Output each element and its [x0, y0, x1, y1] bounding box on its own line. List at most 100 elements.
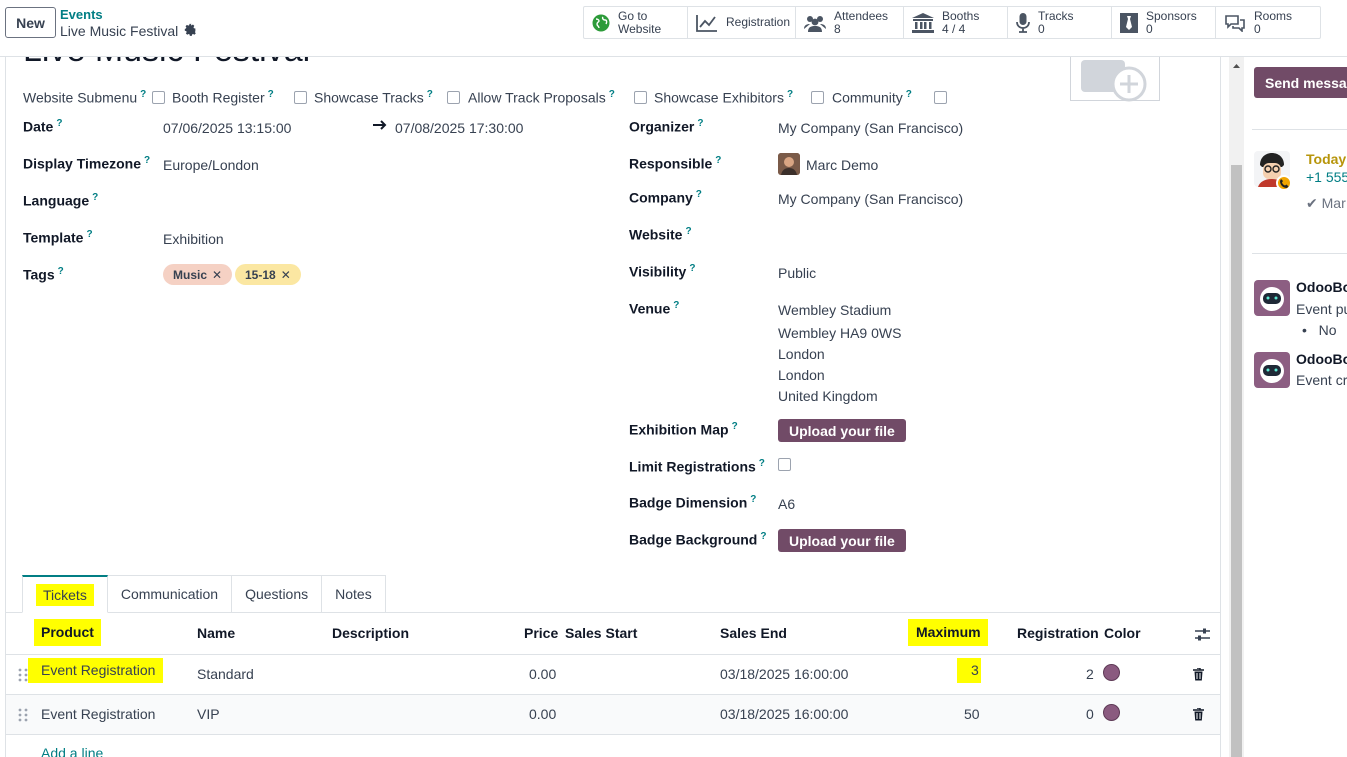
trash-icon[interactable] — [1193, 707, 1204, 724]
tab-notes[interactable]: Notes — [322, 575, 386, 613]
column-color[interactable]: Color — [1104, 625, 1141, 641]
check-icon: ✔ — [1306, 195, 1318, 211]
responsible-field[interactable]: Marc Demo — [806, 157, 878, 173]
chatter-divider — [1252, 129, 1347, 130]
booths-button[interactable]: Booths 4 / 4 — [904, 7, 1008, 38]
showcase-exhibitors-label: Showcase Exhibitors? — [654, 89, 794, 106]
date-end-field[interactable]: 07/08/2025 17:30:00 — [395, 120, 523, 136]
organizer-field[interactable]: My Company (San Francisco) — [778, 120, 963, 136]
scroll-up-icon[interactable] — [1231, 61, 1242, 71]
community-checkbox[interactable] — [934, 91, 947, 104]
company-field[interactable]: My Company (San Francisco) — [778, 191, 963, 207]
company-label: Company? — [629, 189, 702, 206]
cell-price[interactable]: 0.00 — [529, 706, 556, 722]
showcase-exhibitors-checkbox[interactable] — [811, 91, 824, 104]
tag-15-18[interactable]: 15-18 ✕ — [235, 264, 301, 285]
breadcrumb-current: Live Music Festival — [60, 23, 197, 39]
drag-handle-icon[interactable] — [18, 708, 28, 722]
cell-name[interactable]: Standard — [197, 666, 254, 682]
visibility-field[interactable]: Public — [778, 265, 816, 281]
organizer-label: Organizer? — [629, 118, 704, 135]
optional-columns-icon[interactable] — [1195, 628, 1210, 644]
message-author[interactable]: OdooBot — [1296, 279, 1347, 295]
gear-icon[interactable] — [184, 23, 197, 39]
rooms-button[interactable]: Rooms 0 — [1216, 7, 1320, 38]
column-sales-start[interactable]: Sales Start — [565, 625, 637, 641]
cell-registration[interactable]: 2 — [1086, 666, 1094, 682]
go-to-website-button[interactable]: Go to Website — [584, 7, 688, 38]
column-name[interactable]: Name — [197, 625, 235, 641]
venue-line: Wembley HA9 0WS — [778, 325, 902, 341]
cell-maximum[interactable]: 50 — [964, 706, 980, 722]
scrollbar-thumb[interactable] — [1231, 165, 1242, 757]
message-author[interactable]: OdooBot — [1296, 351, 1347, 367]
tracks-count: 0 — [1038, 21, 1045, 36]
send-message-button[interactable]: Send message — [1254, 67, 1347, 98]
remove-tag-icon[interactable]: ✕ — [281, 268, 291, 282]
event-image-placeholder[interactable] — [1070, 57, 1160, 102]
cell-sales-end[interactable]: 03/18/2025 16:00:00 — [720, 666, 848, 682]
tab-communication[interactable]: Communication — [107, 575, 233, 613]
trash-icon[interactable] — [1193, 667, 1204, 684]
column-sales-end[interactable]: Sales End — [720, 625, 787, 641]
showcase-tracks-label: Showcase Tracks? — [314, 89, 433, 106]
template-field[interactable]: Exhibition — [163, 231, 224, 247]
attendees-label: Attendees — [834, 8, 889, 23]
column-description[interactable]: Description — [332, 625, 409, 641]
sponsors-button[interactable]: Sponsors 0 — [1112, 7, 1216, 38]
column-maximum[interactable]: Maximum — [908, 619, 988, 646]
language-label: Language? — [23, 192, 99, 209]
cell-name[interactable]: VIP — [197, 706, 220, 722]
responsible-avatar — [778, 153, 800, 175]
microphone-icon — [1016, 12, 1030, 33]
venue-line: United Kingdom — [778, 388, 878, 404]
column-price[interactable]: Price — [524, 625, 558, 641]
cell-price[interactable]: 0.00 — [529, 666, 556, 682]
showcase-tracks-checkbox[interactable] — [447, 91, 460, 104]
upload-exhibition-map-button[interactable]: Upload your file — [778, 419, 906, 442]
badge-dimension-field[interactable]: A6 — [778, 496, 795, 512]
tracks-label: Tracks — [1038, 8, 1074, 23]
new-button[interactable]: New — [5, 7, 56, 38]
cell-sales-end[interactable]: 03/18/2025 16:00:00 — [720, 706, 848, 722]
breadcrumb-events-link[interactable]: Events — [60, 7, 103, 22]
breadcrumb-current-label: Live Music Festival — [60, 23, 179, 39]
attendees-button[interactable]: Attendees 8 — [796, 7, 904, 38]
event-title[interactable]: Live Music Festival — [23, 57, 310, 70]
color-swatch[interactable] — [1103, 664, 1120, 681]
cell-maximum[interactable]: 3 — [957, 658, 981, 683]
allow-track-proposals-checkbox[interactable] — [634, 91, 647, 104]
tag-music[interactable]: Music ✕ — [163, 264, 233, 285]
rooms-label: Rooms — [1254, 8, 1293, 23]
cell-registration[interactable]: 0 — [1086, 706, 1094, 722]
control-panel: New Events Live Music Festival Go to Webs… — [0, 0, 1347, 57]
venue-line: London — [778, 346, 825, 362]
add-a-line-link[interactable]: Add a line — [41, 745, 103, 757]
camera-plus-icon — [1081, 60, 1147, 102]
drag-handle-icon[interactable] — [18, 668, 28, 682]
color-swatch[interactable] — [1103, 704, 1120, 721]
tab-tickets[interactable]: Tickets — [22, 575, 108, 613]
venue-line: London — [778, 367, 825, 383]
tracks-button[interactable]: Tracks 0 — [1008, 7, 1112, 38]
limit-registrations-checkbox[interactable] — [778, 458, 791, 471]
column-registration[interactable]: Registration — [1017, 625, 1099, 641]
date-start-field[interactable]: 07/06/2025 13:15:00 — [163, 120, 291, 136]
table-row[interactable]: Event Registration VIP 0.00 03/18/2025 1… — [6, 694, 1220, 734]
upload-badge-background-button[interactable]: Upload your file — [778, 529, 906, 552]
tab-questions[interactable]: Questions — [232, 575, 323, 613]
remove-tag-icon[interactable]: ✕ — [212, 268, 222, 282]
cell-product[interactable]: Event Registration — [41, 706, 155, 722]
website-submenu-checkbox[interactable] — [152, 91, 165, 104]
activity-phone-link[interactable]: +1 555 — [1306, 169, 1347, 185]
attendees-count: 8 — [834, 21, 841, 36]
cell-product[interactable]: Event Registration — [28, 658, 164, 683]
display-timezone-field[interactable]: Europe/London — [163, 157, 259, 173]
booth-register-checkbox[interactable] — [294, 91, 307, 104]
column-product[interactable]: Product — [34, 619, 101, 646]
venue-line[interactable]: Wembley Stadium — [778, 302, 891, 318]
activity-done[interactable]: ✔ Mar — [1306, 195, 1346, 212]
registration-button[interactable]: Registration — [688, 7, 796, 38]
table-row[interactable]: Event Registration Standard 0.00 03/18/2… — [6, 654, 1220, 694]
table-divider — [6, 734, 1220, 735]
